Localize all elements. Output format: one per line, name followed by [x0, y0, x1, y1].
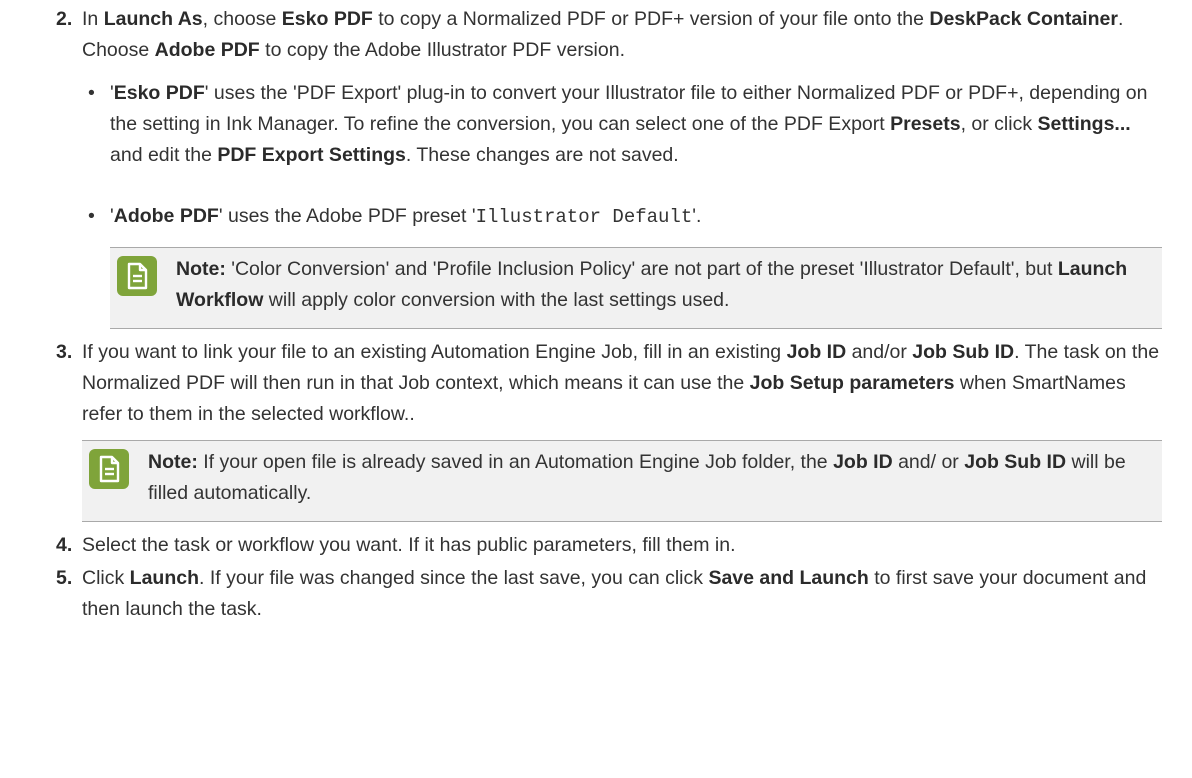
save-and-launch-term: Save and Launch — [708, 567, 869, 589]
step-3: 3. If you want to link your file to an e… — [0, 337, 1192, 522]
step-number: 5. — [56, 567, 73, 589]
bullet-dot: • — [88, 205, 95, 227]
launch-button-term: Launch — [129, 567, 200, 589]
launch-as-term: Launch As — [103, 8, 203, 30]
document-page: 2. In Launch As, choose Esko PDF to copy… — [0, 4, 1192, 625]
note-box: Note: 'Color Conversion' and 'Profile In… — [110, 247, 1162, 329]
note-document-icon — [89, 449, 129, 489]
note-text: Note: If your open file is already saved… — [148, 451, 1126, 504]
note-text: Note: 'Color Conversion' and 'Profile In… — [176, 258, 1128, 311]
step-number: 2. — [56, 8, 73, 30]
bullet-list: • 'Esko PDF' uses the 'PDF Export' plug-i… — [82, 78, 1162, 233]
step-4: 4. Select the task or workflow you want.… — [0, 530, 1192, 561]
step-5: 5. Click Launch. If your file was change… — [0, 563, 1192, 625]
step-4-text: Select the task or workflow you want. If… — [82, 534, 736, 556]
adobe-pdf-term: Adobe PDF — [154, 39, 260, 61]
step-3-text: If you want to link your file to an exis… — [82, 341, 1160, 425]
step-number: 4. — [56, 534, 73, 556]
bullet-dot: • — [88, 82, 95, 104]
note-document-icon — [117, 256, 157, 296]
deskpack-container-term: DeskPack Container — [929, 8, 1118, 30]
esko-pdf-term: Esko PDF — [281, 8, 373, 30]
step-5-text: Click Launch. If your file was changed s… — [82, 567, 1147, 620]
step-number: 3. — [56, 341, 73, 363]
note-box: Note: If your open file is already saved… — [82, 440, 1162, 522]
step-2: 2. In Launch As, choose Esko PDF to copy… — [0, 4, 1192, 329]
bullet-item-esko-pdf: • 'Esko PDF' uses the 'PDF Export' plug-i… — [82, 78, 1162, 171]
step-2-text: In Launch As, choose Esko PDF to copy a … — [82, 8, 1124, 61]
preset-name-code: Illustrator Default — [475, 206, 693, 228]
bullet-item-adobe-pdf: • 'Adobe PDF' uses the Adobe PDF preset '… — [82, 201, 1162, 233]
